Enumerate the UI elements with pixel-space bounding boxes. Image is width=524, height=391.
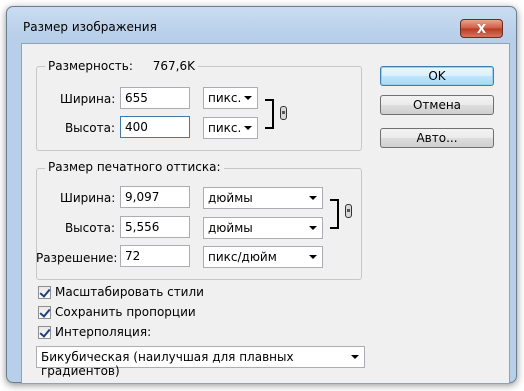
- close-icon: X: [476, 22, 487, 36]
- chain-link-icon: [280, 106, 287, 120]
- constrain-proportions-label[interactable]: Сохранить пропорции: [55, 305, 196, 319]
- pixel-dimensions-group: [36, 66, 362, 151]
- chevron-down-icon: [309, 226, 317, 230]
- pixel-width-unit-select[interactable]: пикс.: [203, 87, 258, 109]
- chevron-down-icon: [309, 196, 317, 200]
- ok-button[interactable]: OK: [380, 66, 494, 86]
- print-constrain-bracket: [330, 199, 339, 229]
- dialog-window: Размер изображения X Размерность: 767,6K…: [6, 6, 517, 384]
- pixel-height-label: Высота:: [64, 121, 115, 135]
- print-height-label: Высота:: [64, 221, 115, 235]
- resolution-input[interactable]: 72: [120, 245, 190, 267]
- pixel-width-input[interactable]: 655: [120, 87, 190, 109]
- print-width-label: Ширина:: [60, 191, 116, 205]
- dialog-client: Размерность: 767,6K Ширина: 655 пикс. Вы…: [21, 43, 510, 384]
- pixel-size-value: 767,6K: [152, 59, 195, 73]
- close-button[interactable]: X: [460, 19, 503, 38]
- constrain-proportions-checkbox[interactable]: [38, 306, 51, 319]
- chevron-down-icon: [309, 255, 317, 259]
- pixel-height-unit-select[interactable]: пикс.: [203, 117, 258, 139]
- print-width-input[interactable]: 9,097: [120, 186, 190, 208]
- print-height-input[interactable]: 5,556: [120, 216, 190, 238]
- auto-button[interactable]: Авто...: [380, 128, 494, 148]
- resample-label[interactable]: Интерполяция:: [55, 325, 151, 339]
- cancel-button[interactable]: Отмена: [380, 95, 494, 115]
- resolution-label: Разрешение:: [36, 251, 118, 265]
- print-size-legend: Размер печатного оттиска:: [45, 160, 224, 174]
- chevron-down-icon: [244, 96, 252, 100]
- pixel-constrain-bracket: [265, 99, 274, 129]
- pixel-dimensions-legend: Размерность: 767,6K: [45, 59, 198, 73]
- print-height-unit-select[interactable]: дюймы: [203, 217, 323, 239]
- scale-styles-label[interactable]: Масштабировать стили: [55, 285, 204, 299]
- scale-styles-checkbox[interactable]: [38, 286, 51, 299]
- chevron-down-icon: [244, 126, 252, 130]
- window-title: Размер изображения: [23, 20, 157, 34]
- resample-method-select[interactable]: Бикубическая (наилучшая для плавных град…: [36, 346, 365, 378]
- resolution-unit-select[interactable]: пикс/дюйм: [203, 246, 323, 268]
- resample-checkbox[interactable]: [38, 326, 51, 339]
- chain-link-icon: [345, 204, 352, 218]
- chevron-down-icon: [351, 355, 359, 359]
- pixel-width-label: Ширина:: [60, 92, 116, 106]
- print-width-unit-select[interactable]: дюймы: [203, 187, 323, 209]
- pixel-height-input[interactable]: 400: [120, 116, 190, 138]
